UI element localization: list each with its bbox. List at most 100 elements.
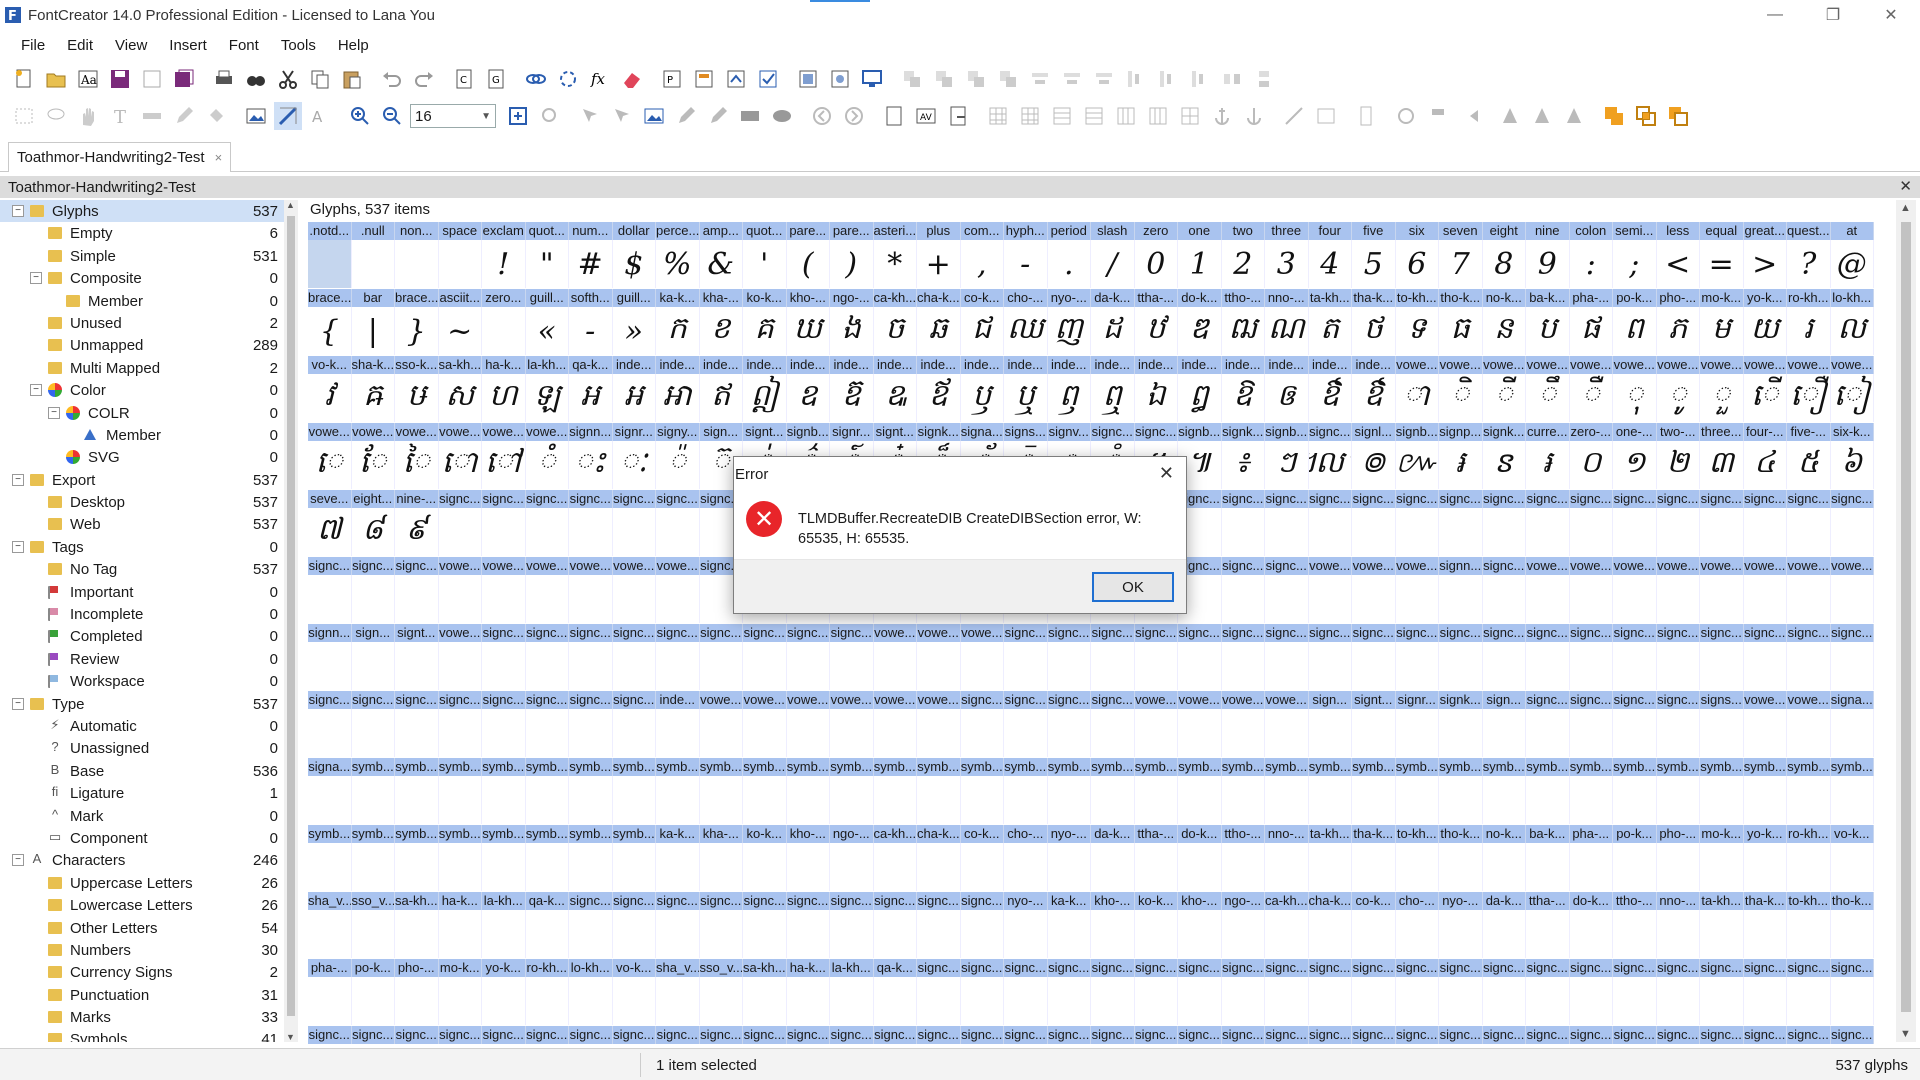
glyph-cell[interactable]: vo-k... [1830,825,1874,891]
flip-icon-1[interactable] [1464,102,1492,130]
glyph-cell[interactable]: tho-k... ធ [1439,289,1483,355]
glyph-cell[interactable]: symb... [1482,758,1526,824]
glyph-cell[interactable]: ttha-... [1134,825,1178,891]
scroll-up-icon[interactable]: ▲ [286,200,295,210]
glyph-cell[interactable]: symb... [612,825,656,891]
glyph-cell[interactable]: signc... [1047,691,1091,757]
glyph-cell[interactable]: sso_v... [699,959,743,1025]
glyph-cell[interactable]: signc... [1265,490,1309,556]
glyph-cell[interactable]: signc... [1656,490,1700,556]
glyph-cell[interactable]: symb... [1308,758,1352,824]
glyph-cell[interactable]: inde... ឬ [1004,356,1048,422]
glyph-cell[interactable]: signc... [1482,624,1526,690]
glyph-cell[interactable]: six-k... ៦ [1830,423,1874,489]
glyph-cell[interactable]: vowe... [917,691,961,757]
glyph-cell[interactable]: signc... [1482,490,1526,556]
node-tool-icon[interactable] [608,102,636,130]
cut-icon[interactable] [274,65,302,93]
glyph-cell[interactable]: signc... [917,892,961,958]
properties-icon[interactable]: P [658,65,686,93]
glyph-cell[interactable]: inde... ឪ [917,356,961,422]
glyph-cell[interactable]: signc... [1308,1026,1352,1044]
glyph-cell[interactable]: kho-... [1091,892,1135,958]
glyph-cell[interactable]: vowe...ឺ [1569,356,1613,422]
glyph-cell[interactable]: zero... [482,289,526,355]
glyph-cell[interactable]: inde... ឯ [1134,356,1178,422]
glyph-cell[interactable]: signc... [1656,959,1700,1025]
glyph-cell[interactable]: symb... [786,758,830,824]
glyph-cell[interactable]: ngo-... [1221,892,1265,958]
glyph-cell[interactable]: zero-... ០ [1569,423,1613,489]
menu-insert[interactable]: Insert [158,35,218,56]
collapse-icon[interactable]: − [30,384,42,397]
glyph-cell[interactable]: signc... [830,892,874,958]
glyph-cell[interactable]: po-k... ព [1613,289,1657,355]
glyph-cell[interactable]: one-... ១ [1613,423,1657,489]
glyph-cell[interactable]: inde... ឳ [1308,356,1352,422]
glyph-cell[interactable]: signy...៉ [656,423,700,489]
glyph-cell[interactable]: signc... [1265,959,1309,1025]
glyph-cell[interactable]: cho-... [1004,825,1048,891]
glyph-cell[interactable]: signc... [1656,1026,1700,1044]
glyph-cell[interactable]: signc... [569,691,613,757]
glyph-cell[interactable]: symb... [1830,758,1874,824]
tree-item-base[interactable]: B Base 536 [0,760,284,782]
glyph-cell[interactable]: nyo-... [1004,892,1048,958]
glyph-cell[interactable]: symb... [1526,758,1570,824]
glyph-cell[interactable]: tha-k... [1352,825,1396,891]
glyph-cell[interactable]: signc... [743,624,787,690]
tree-item-mark[interactable]: ^ Mark 0 [0,805,284,827]
glyph-cell[interactable]: yo-k... យ [1743,289,1787,355]
collapse-icon[interactable]: − [12,205,24,217]
glyph-cell[interactable]: signr...ៈ [612,423,656,489]
glyph-cell[interactable]: signc... [612,892,656,958]
collapse-icon[interactable]: − [12,854,24,867]
glyph-cell[interactable]: co-k... [960,825,1004,891]
glyph-cell[interactable]: signk... ៜ [1482,423,1526,489]
glyph-cell[interactable]: to-kh... [1787,892,1831,958]
undo-icon[interactable] [378,65,406,93]
glyph-cell[interactable]: three 3 [1265,222,1309,288]
glyph-cell[interactable]: sha_v... [308,892,352,958]
glyph-cell[interactable]: inde... ឤ [656,356,700,422]
glyph-cell[interactable]: signc... [1526,1026,1570,1044]
save-copy-icon[interactable] [138,65,166,93]
pen-icon[interactable] [170,102,198,130]
tree-item-no-tag[interactable]: No Tag 537 [0,558,284,580]
glyph-cell[interactable]: pha-... [1569,825,1613,891]
new-font-icon[interactable] [10,65,38,93]
glyph-cell[interactable]: signc... [1134,624,1178,690]
tree-item-composite[interactable]: − Composite 0 [0,267,284,289]
union-icon[interactable] [1600,102,1628,130]
glyph-cell[interactable]: no-k... ន [1482,289,1526,355]
glyph-cell[interactable]: da-k... [1482,892,1526,958]
align-icon-5[interactable] [1026,65,1054,93]
ok-button[interactable]: OK [1092,572,1174,602]
close-tab-icon[interactable]: × [215,150,223,165]
glyph-cell[interactable]: inde... ឰ [1178,356,1222,422]
glyph-cell[interactable]: vowe... [438,557,482,623]
text-tool-icon[interactable]: T [106,102,134,130]
glyph-cell[interactable]: vowe... [917,624,961,690]
page-icon[interactable] [880,102,908,130]
glyph-cell[interactable]: pho-... [395,959,439,1025]
flip-icon-4[interactable] [1560,102,1588,130]
glyph-cell[interactable]: signc... [1613,691,1657,757]
rectangle-select-icon[interactable] [10,102,38,130]
glyph-cell[interactable]: symb... [438,758,482,824]
glyph-cell[interactable]: sa-kh... ស [438,356,482,422]
glyph-cell[interactable]: signc... [1134,959,1178,1025]
glyph-cell[interactable]: signc... [960,959,1004,1025]
lasso-icon[interactable] [42,102,70,130]
tree-item-unassigned[interactable]: ? Unassigned 0 [0,737,284,759]
glyph-cell[interactable]: symb... [830,758,874,824]
ruler-icon[interactable] [1352,102,1380,130]
glyph-cell[interactable]: vowe... [438,624,482,690]
glyph-cell[interactable]: vowe... [1352,557,1396,623]
glyph-cell[interactable]: signc... [917,959,961,1025]
tree-item-tags[interactable]: − Tags 0 [0,536,284,558]
glyph-cell[interactable]: signc... [1178,1026,1222,1044]
glyph-cell[interactable]: signc... [569,490,613,556]
glyph-cell[interactable]: signc... [1395,624,1439,690]
glyph-cell[interactable]: ha-k... ហ [482,356,526,422]
